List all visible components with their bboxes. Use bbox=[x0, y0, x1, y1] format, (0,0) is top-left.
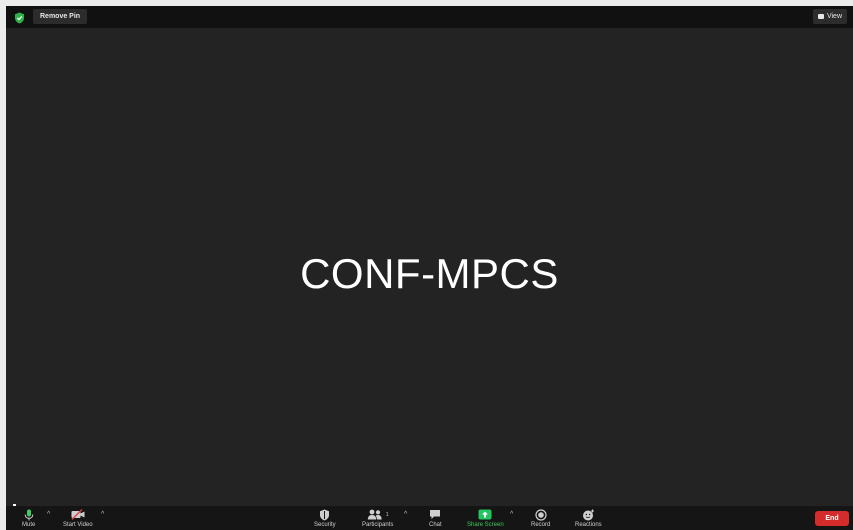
grid-view-icon bbox=[817, 14, 824, 19]
shield-icon bbox=[319, 508, 330, 521]
top-bar: Remove Pin View bbox=[6, 6, 853, 28]
security-button[interactable]: Security bbox=[314, 508, 336, 530]
security-label: Security bbox=[314, 522, 336, 528]
mute-button[interactable]: Mute bbox=[22, 508, 35, 530]
share-screen-button[interactable]: Share Screen bbox=[467, 508, 504, 530]
chat-button[interactable]: Chat bbox=[429, 508, 442, 530]
zoom-meeting-window: Remove Pin View CONF-MPCS Mute ^ Start V… bbox=[6, 6, 853, 530]
mute-label: Mute bbox=[22, 522, 36, 528]
share-screen-icon bbox=[478, 508, 492, 521]
start-video-button[interactable]: Start Video bbox=[63, 508, 93, 530]
participants-options-chevron-icon[interactable]: ^ bbox=[404, 511, 407, 518]
share-options-chevron-icon[interactable]: ^ bbox=[510, 511, 513, 518]
meeting-name: CONF-MPCS bbox=[300, 250, 559, 297]
participants-label: Participants bbox=[362, 522, 394, 528]
reactions-label: Reactions bbox=[575, 522, 602, 528]
chat-label: Chat bbox=[429, 522, 442, 528]
record-button[interactable]: Record bbox=[531, 508, 550, 530]
video-off-icon bbox=[71, 508, 85, 521]
start-video-label: Start Video bbox=[63, 522, 93, 528]
view-label: View bbox=[826, 13, 842, 20]
record-label: Record bbox=[531, 522, 551, 528]
meeting-toolbar: Mute ^ Start Video ^ Security 1 Particip… bbox=[6, 506, 853, 530]
reactions-button[interactable]: Reactions bbox=[575, 508, 602, 530]
record-icon bbox=[535, 508, 547, 521]
video-stage: CONF-MPCS bbox=[6, 28, 853, 506]
end-button[interactable]: End bbox=[815, 511, 849, 526]
chat-bubble-icon bbox=[429, 508, 441, 521]
participants-button[interactable]: 1 Participants bbox=[362, 508, 393, 530]
emoji-add-icon bbox=[582, 508, 595, 521]
video-options-chevron-icon[interactable]: ^ bbox=[101, 511, 104, 518]
people-icon: 1 bbox=[367, 508, 389, 521]
participants-count: 1 bbox=[385, 511, 389, 518]
view-button[interactable]: View bbox=[812, 9, 847, 24]
remove-pin-button[interactable]: Remove Pin bbox=[33, 9, 88, 24]
mute-options-chevron-icon[interactable]: ^ bbox=[47, 511, 50, 518]
microphone-icon bbox=[24, 508, 34, 521]
share-screen-label: Share Screen bbox=[467, 522, 504, 528]
shield-icon[interactable] bbox=[14, 11, 25, 24]
